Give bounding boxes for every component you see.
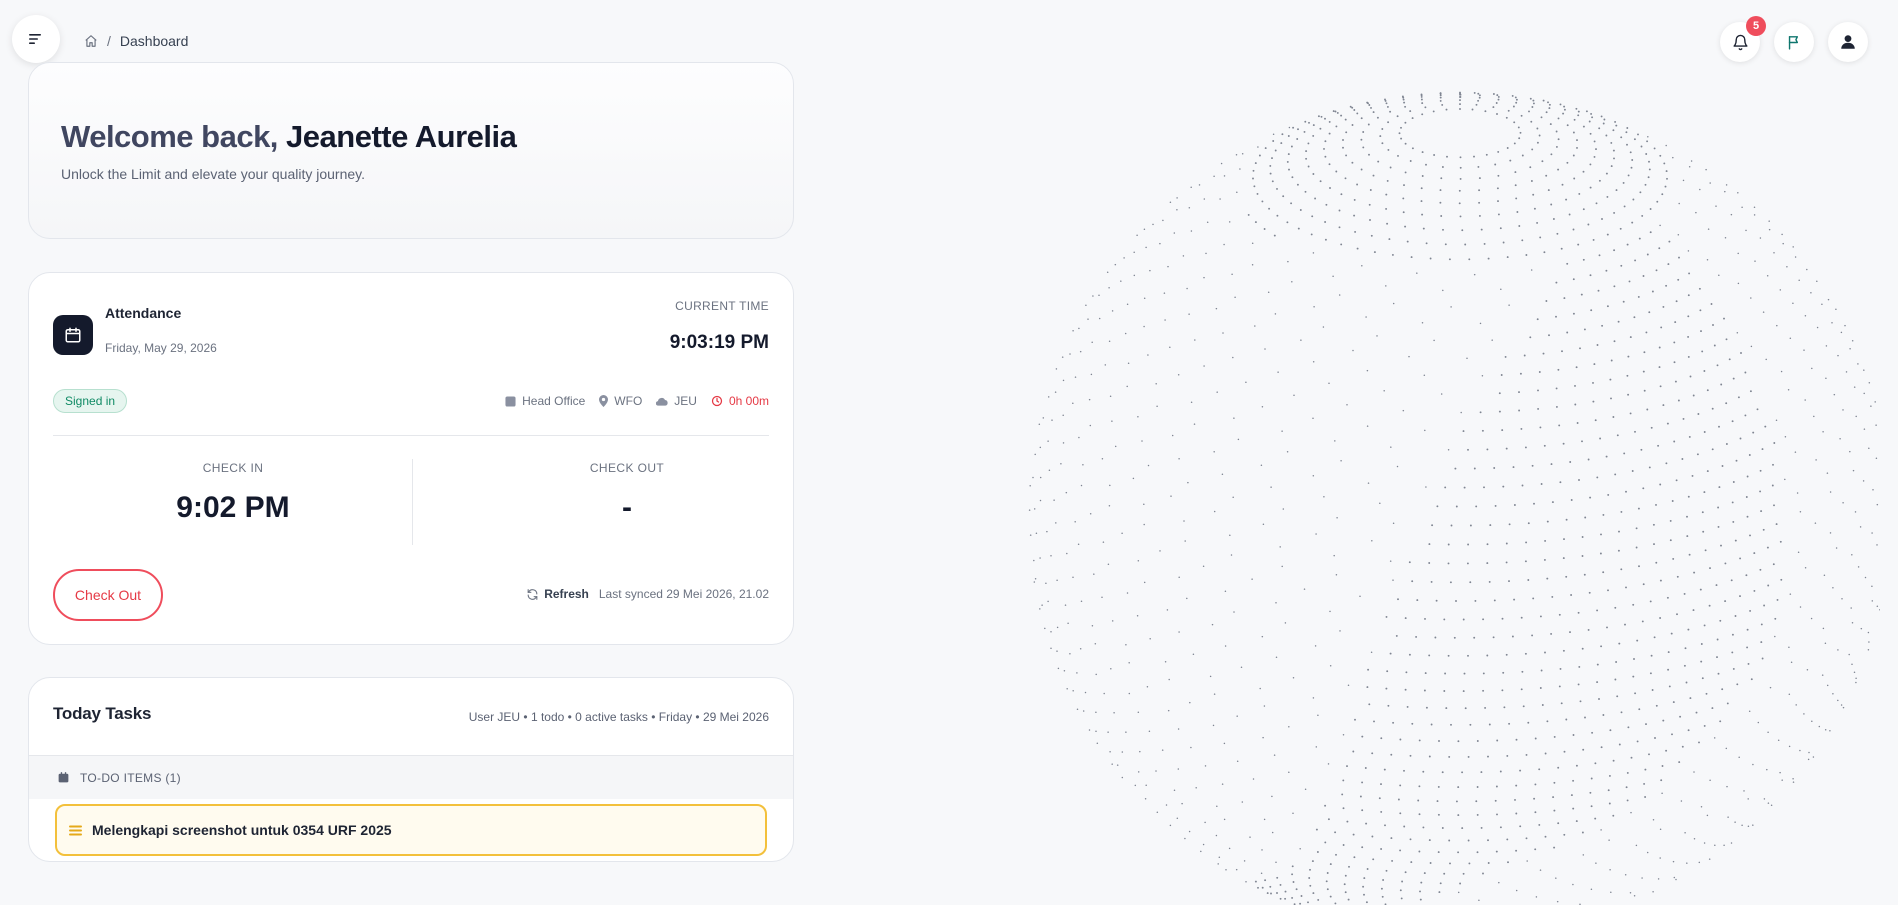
check-in-column: CHECK IN 9:02 PM <box>83 461 383 525</box>
todo-item[interactable]: Melengkapi screenshot untuk 0354 URF 202… <box>55 804 767 856</box>
welcome-greeting: Welcome back, <box>61 119 278 154</box>
work-mode-info: WFO <box>599 394 642 408</box>
check-out-time: - <box>622 491 632 524</box>
current-time-label: CURRENT TIME <box>675 299 769 313</box>
unit-info: JEU <box>656 394 697 408</box>
unit-label: JEU <box>674 394 697 408</box>
refresh-button[interactable]: Refresh <box>526 587 589 601</box>
sync-row: Refresh Last synced 29 Mei 2026, 21.02 <box>526 587 769 601</box>
duration-info: 0h 00m <box>711 394 769 408</box>
todo-section-header: TO-DO ITEMS (1) <box>29 755 793 799</box>
current-time: 9:03:19 PM <box>669 332 769 353</box>
home-icon[interactable] <box>84 34 98 48</box>
refresh-label: Refresh <box>544 587 589 601</box>
attendance-date: Friday, May 29, 2026 <box>105 341 217 355</box>
building-icon <box>505 395 516 407</box>
office-info: Head Office <box>505 394 585 408</box>
attendance-divider <box>53 435 769 436</box>
clock-icon <box>711 395 723 407</box>
breadcrumb-current[interactable]: Dashboard <box>120 33 189 49</box>
notification-count-badge: 5 <box>1746 16 1766 36</box>
breadcrumb: / Dashboard <box>84 33 188 49</box>
cloud-icon <box>656 397 668 406</box>
welcome-heading: Welcome back, Jeanette Aurelia <box>61 119 793 155</box>
todo-header-label: TO-DO ITEMS (1) <box>80 770 181 785</box>
decorative-globe <box>960 40 1881 905</box>
status-badge: Signed in <box>53 389 128 413</box>
calendar-icon <box>65 327 81 343</box>
menu-button[interactable] <box>12 15 60 63</box>
last-synced-text: Last synced 29 Mei 2026, 21.02 <box>598 587 769 601</box>
menu-icon <box>29 34 41 44</box>
tasks-card: Today Tasks User JEU • 1 todo • 0 active… <box>28 677 794 862</box>
check-in-label: CHECK IN <box>202 461 264 475</box>
calendar-icon <box>58 772 69 783</box>
check-in-time: 9:02 PM <box>176 491 290 524</box>
globe-illustration <box>1028 91 1881 905</box>
welcome-subtitle: Unlock the Limit and elevate your qualit… <box>61 166 366 182</box>
attendance-card: Attendance Friday, May 29, 2026 CURRENT … <box>28 272 794 645</box>
list-icon <box>69 825 82 835</box>
breadcrumb-separator: / <box>107 33 111 49</box>
tasks-meta: User JEU • 1 todo • 0 active tasks • Fri… <box>468 710 769 724</box>
attendance-meta: Head Office WFO JEU 0h 00m <box>505 394 769 408</box>
tasks-title: Today Tasks <box>53 704 152 723</box>
attendance-icon-tile <box>53 315 93 355</box>
work-mode-label: WFO <box>614 394 643 408</box>
attendance-title: Attendance <box>105 305 182 321</box>
check-out-label: CHECK OUT <box>589 461 665 475</box>
check-out-column: CHECK OUT - <box>477 461 777 525</box>
todo-item-label: Melengkapi screenshot untuk 0354 URF 202… <box>92 822 392 838</box>
user-name: Jeanette Aurelia <box>286 119 517 154</box>
welcome-card: Welcome back, Jeanette Aurelia Unlock th… <box>28 62 794 239</box>
column-divider <box>412 459 413 545</box>
office-label: Head Office <box>522 394 586 408</box>
duration-label: 0h 00m <box>728 394 769 408</box>
pin-icon <box>599 395 609 407</box>
refresh-icon <box>527 588 538 600</box>
check-out-button[interactable]: Check Out <box>53 569 163 621</box>
